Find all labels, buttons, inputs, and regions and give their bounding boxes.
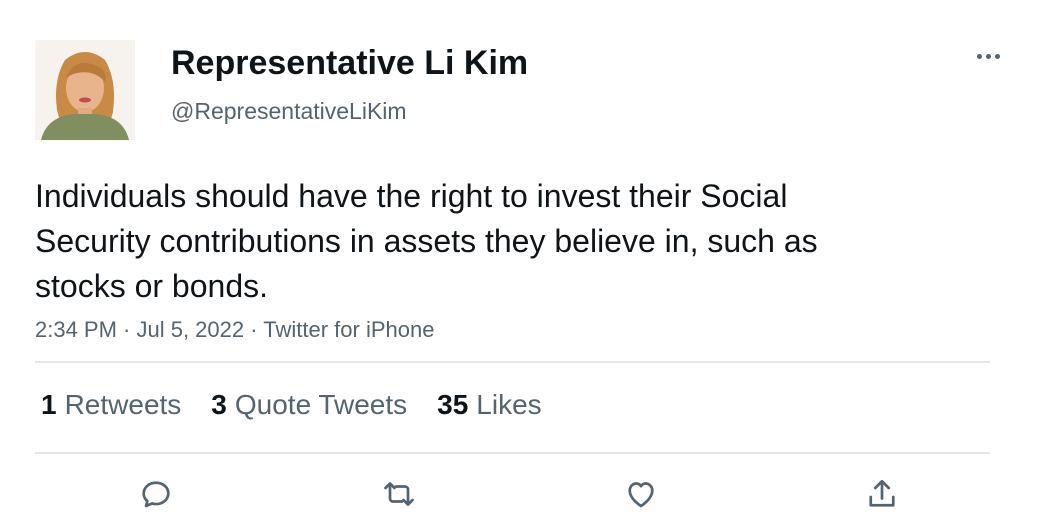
retweets-label: Retweets <box>64 389 182 420</box>
tweet-meta[interactable]: 2:34 PM · Jul 5, 2022 · Twitter for iPho… <box>35 317 434 343</box>
quote-tweets-count: 3 <box>211 389 227 420</box>
quote-tweets-stat[interactable]: 3 Quote Tweets <box>211 389 407 421</box>
more-dot <box>994 53 1000 59</box>
retweets-count: 1 <box>41 389 57 420</box>
reply-icon <box>142 481 170 508</box>
avatar-image <box>35 40 135 140</box>
divider <box>35 452 990 454</box>
reply-button[interactable] <box>136 474 176 514</box>
author-handle[interactable]: @RepresentativeLiKim <box>171 98 407 125</box>
author-display-name[interactable]: Representative Li Kim <box>171 44 528 83</box>
likes-label: Likes <box>476 389 542 420</box>
quote-tweets-label: Quote Tweets <box>234 389 408 420</box>
tweet-text: Individuals should have the right to inv… <box>35 178 818 304</box>
more-options-button[interactable] <box>970 44 1006 68</box>
likes-count: 35 <box>437 389 469 420</box>
retweet-icon <box>384 482 414 506</box>
like-icon <box>628 482 654 508</box>
retweet-button[interactable] <box>379 474 419 514</box>
divider <box>35 361 990 363</box>
likes-stat[interactable]: 35 Likes <box>437 389 542 421</box>
avatar[interactable] <box>35 40 135 140</box>
like-button[interactable] <box>621 474 661 514</box>
share-button[interactable] <box>862 474 902 514</box>
more-dot <box>976 53 982 59</box>
engagement-stats: 1 Retweets 3 Quote Tweets 35 Likes <box>41 389 572 421</box>
share-icon <box>869 479 895 507</box>
retweets-stat[interactable]: 1 Retweets <box>41 389 181 421</box>
more-dot <box>985 53 991 59</box>
